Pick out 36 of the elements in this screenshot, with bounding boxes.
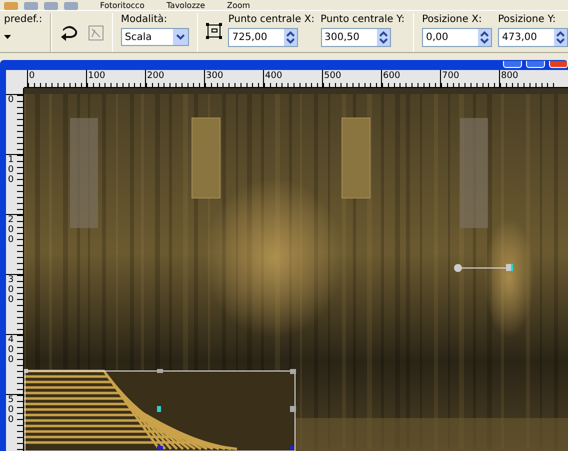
ruler-label: 700 xyxy=(441,71,460,81)
ruler-label: 300 xyxy=(205,71,224,81)
ruler-label: 100 xyxy=(87,71,106,81)
field-label: Posizione Y: xyxy=(498,13,557,26)
ruler-label: 0 xyxy=(28,71,35,81)
mode-dropdown[interactable]: Scala xyxy=(120,28,189,46)
ruler-label: 600 xyxy=(382,71,400,81)
spinner-arrows-icon xyxy=(378,31,388,44)
minimize-button[interactable] xyxy=(503,61,522,68)
rotation-handle[interactable] xyxy=(454,264,513,272)
field-label: Punto centrale Y: xyxy=(320,13,405,26)
spinner-arrows-icon xyxy=(556,31,565,44)
rotate-arrow-icon[interactable] xyxy=(60,25,78,41)
mode-label: Modalità: xyxy=(120,13,168,26)
ruler-label: 800 xyxy=(500,71,518,81)
preset-label: predef.: xyxy=(4,13,42,26)
number-field[interactable]: 0,00 xyxy=(422,28,492,47)
menu-item[interactable]: Fotoritocco xyxy=(100,1,144,10)
menu-item[interactable]: Tavolozze xyxy=(166,1,206,10)
spinner-arrows-icon xyxy=(480,31,489,44)
ruler-label: 400 xyxy=(264,71,282,81)
number-field[interactable]: 300,50 xyxy=(320,28,390,47)
spinner-arrows-icon xyxy=(286,31,296,44)
number-field[interactable]: 725,00 xyxy=(228,28,298,47)
dropdown-caret-icon[interactable] xyxy=(4,34,12,40)
selection-box[interactable] xyxy=(24,369,296,451)
chevron-down-icon xyxy=(176,34,185,40)
maximize-button[interactable] xyxy=(526,61,545,68)
field-label: Punto centrale X: xyxy=(228,13,314,26)
ruler-label: 500 xyxy=(323,71,342,81)
field-label: Posizione X: xyxy=(422,13,483,26)
close-button[interactable] xyxy=(549,61,568,68)
number-field[interactable]: 473,00 xyxy=(498,28,568,47)
menu-item[interactable]: Zoom xyxy=(227,1,250,10)
bounding-box-icon[interactable] xyxy=(206,23,222,39)
ruler-label: 200 xyxy=(146,71,164,81)
